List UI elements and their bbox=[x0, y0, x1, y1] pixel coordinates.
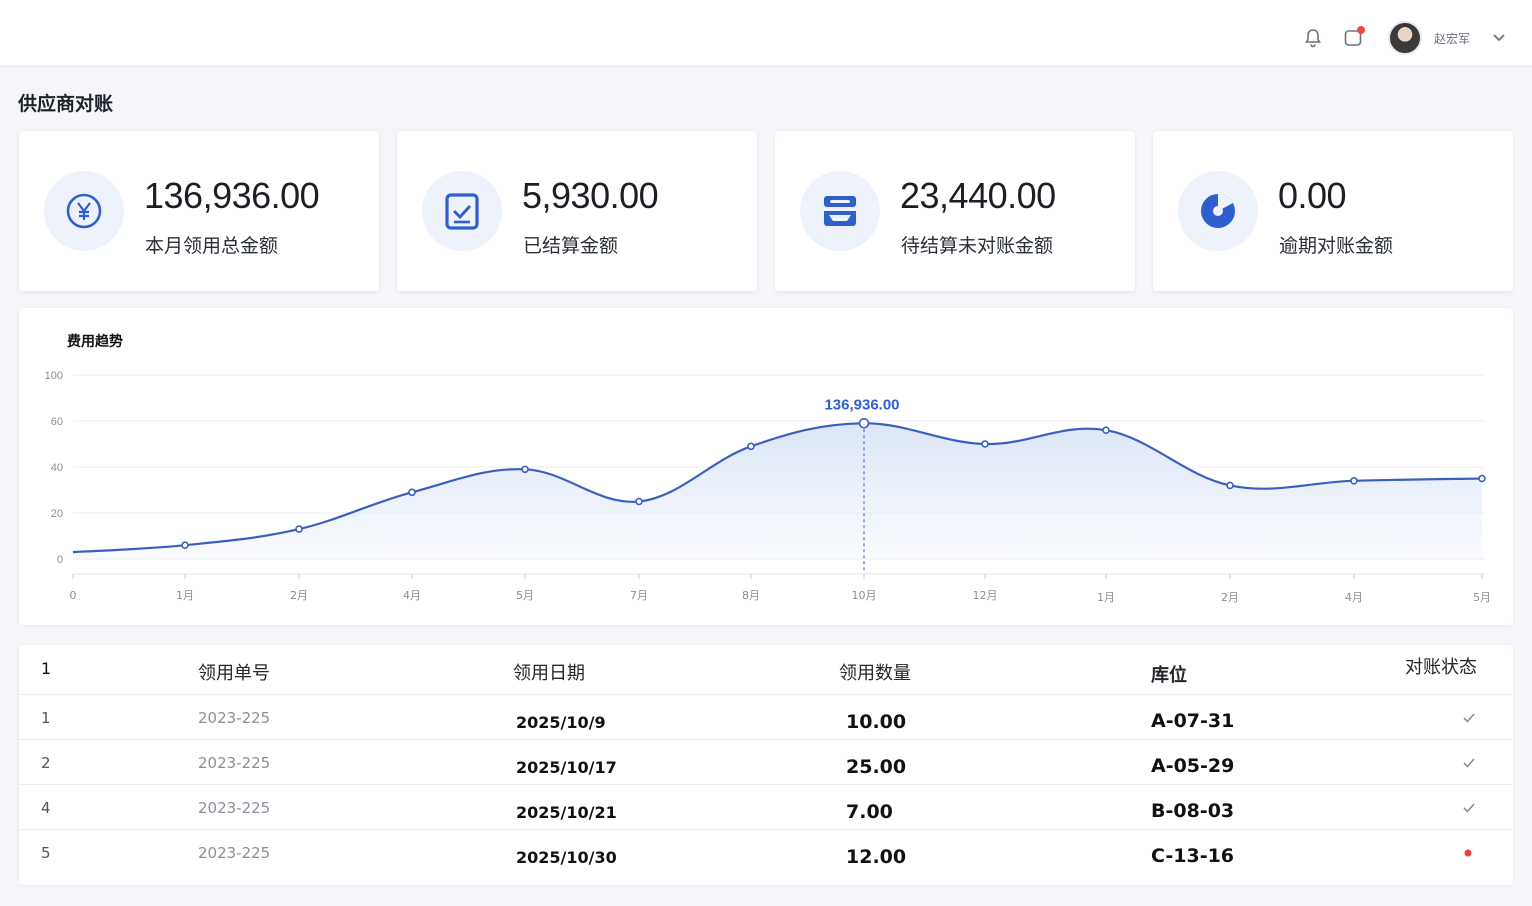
row-location: A-07-31 bbox=[1151, 710, 1235, 732]
row-quantity: 7.00 bbox=[846, 801, 893, 823]
x-tick-label: 10月 bbox=[852, 589, 877, 602]
stat-icon-bg bbox=[800, 171, 880, 251]
row-index: 5 bbox=[41, 844, 51, 862]
y-tick-label: 0 bbox=[57, 554, 63, 566]
row-date: 2025/10/9 bbox=[516, 713, 606, 732]
user-name[interactable]: 赵宏军 bbox=[1434, 30, 1470, 47]
y-tick-label: 60 bbox=[51, 416, 63, 428]
data-point bbox=[1350, 477, 1358, 485]
x-tick-label: 1月 bbox=[176, 589, 194, 602]
x-tick-label: 2月 bbox=[1221, 591, 1239, 604]
column-header-location[interactable]: 库位 bbox=[1151, 661, 1187, 687]
row-order-no: 2023-225 bbox=[198, 709, 271, 727]
stat-card-pending: 23,440.00 待结算未对账金额 bbox=[775, 131, 1135, 291]
x-tick-label: 8月 bbox=[742, 589, 760, 602]
row-date: 2025/10/30 bbox=[516, 848, 617, 867]
x-tick-label: 4月 bbox=[403, 589, 421, 602]
row-quantity: 12.00 bbox=[846, 846, 907, 868]
data-point bbox=[1102, 426, 1110, 434]
stat-icon-bg bbox=[422, 171, 502, 251]
avatar[interactable] bbox=[1387, 21, 1422, 55]
check-icon bbox=[1462, 709, 1476, 728]
x-tick-label: 1月 bbox=[1097, 591, 1115, 604]
chevron-down-icon[interactable] bbox=[1488, 27, 1510, 49]
table-row[interactable]: 4 2023-225 2025/10/21 7.00 B-08-03 bbox=[19, 785, 1513, 830]
stat-label: 本月领用总金额 bbox=[145, 235, 279, 257]
data-point bbox=[408, 488, 416, 497]
data-point bbox=[747, 442, 755, 451]
highlight-value-label: 136,936.00 bbox=[824, 396, 899, 413]
data-point bbox=[295, 525, 303, 533]
reconciliation-table: 1 领用单号 领用日期 领用数量 库位 对账状态 1 2023-225 2025/1… bbox=[19, 645, 1513, 885]
notification-icon[interactable] bbox=[1342, 26, 1365, 49]
check-icon bbox=[1462, 754, 1476, 773]
stat-icon-bg bbox=[1178, 171, 1258, 251]
table-row[interactable]: 1 2023-225 2025/10/9 10.00 A-07-31 bbox=[19, 695, 1513, 740]
column-header-date[interactable]: 领用日期 bbox=[513, 659, 585, 685]
check-icon bbox=[1462, 799, 1476, 818]
inbox-stack-icon bbox=[824, 196, 856, 226]
trend-chart: 0 20 40 60 100 136,936.00 0 1月 2月 4月 5月 7月 8月 10月 12月 1… bbox=[45, 370, 1491, 604]
top-bar: 赵宏军 bbox=[0, 0, 1532, 67]
x-tick-label: 2月 bbox=[290, 589, 308, 602]
row-order-no: 2023-225 bbox=[198, 754, 271, 772]
row-location: C-13-16 bbox=[1151, 845, 1235, 867]
row-location: B-08-03 bbox=[1151, 800, 1235, 822]
column-header-index[interactable]: 1 bbox=[41, 659, 51, 678]
stat-value: 23,440.00 bbox=[900, 175, 1056, 216]
x-tick-label: 4月 bbox=[1345, 591, 1363, 604]
bell-icon[interactable] bbox=[1302, 27, 1324, 49]
data-point bbox=[635, 497, 643, 506]
table-row[interactable]: 2 2023-225 2025/10/17 25.00 A-05-29 bbox=[19, 740, 1513, 785]
row-date: 2025/10/21 bbox=[516, 803, 617, 822]
data-point bbox=[1478, 474, 1486, 483]
stat-icon-bg bbox=[44, 171, 124, 251]
row-location: A-05-29 bbox=[1151, 755, 1235, 777]
column-header-order-no[interactable]: 领用单号 bbox=[198, 659, 270, 685]
data-point bbox=[1226, 481, 1234, 490]
y-tick-label: 100 bbox=[45, 370, 63, 382]
row-index: 4 bbox=[41, 799, 51, 817]
stat-label: 已结算金额 bbox=[523, 235, 619, 257]
y-tick-label: 40 bbox=[51, 462, 63, 474]
x-tick-label: 5月 bbox=[1473, 591, 1491, 604]
x-tick-label: 12月 bbox=[973, 589, 998, 602]
page-title: 供应商对账 bbox=[18, 93, 114, 115]
y-tick-label: 20 bbox=[51, 508, 63, 520]
row-index: 2 bbox=[41, 754, 51, 772]
x-tick-label: 7月 bbox=[630, 589, 648, 602]
x-tick-label: 5月 bbox=[516, 589, 534, 602]
data-point bbox=[521, 465, 529, 474]
top-bar-actions: 赵宏军 bbox=[1302, 18, 1510, 58]
column-header-status[interactable]: 对账状态 bbox=[1405, 653, 1477, 679]
data-point bbox=[981, 440, 989, 448]
stat-card-monthly-total: 136,936.00 本月领用总金额 bbox=[19, 131, 379, 291]
table-header: 1 领用单号 领用日期 领用数量 库位 对账状态 bbox=[19, 645, 1513, 695]
checklist-icon bbox=[445, 193, 479, 230]
table-row[interactable]: 5 2023-225 2025/10/30 12.00 C-13-16 bbox=[19, 830, 1513, 875]
row-date: 2025/10/17 bbox=[516, 758, 617, 777]
status-dot-icon bbox=[1462, 844, 1476, 863]
row-quantity: 10.00 bbox=[846, 711, 907, 733]
stat-value: 5,930.00 bbox=[522, 175, 659, 216]
data-point bbox=[181, 541, 189, 549]
row-order-no: 2023-225 bbox=[198, 799, 271, 817]
stat-label: 逾期对账金额 bbox=[1279, 235, 1394, 257]
data-point bbox=[858, 418, 870, 429]
yen-icon bbox=[66, 193, 102, 229]
chart-card: 费用趋势 0 20 40 60 100 136,936.00 0 1月 2月 4月 5月 7月 8月 10… bbox=[19, 308, 1513, 625]
pie-progress-icon bbox=[1201, 194, 1235, 228]
stat-value: 0.00 bbox=[1278, 175, 1347, 216]
series-area bbox=[73, 423, 1482, 559]
row-index: 1 bbox=[41, 709, 51, 727]
stat-card-settled: 5,930.00 已结算金额 bbox=[397, 131, 757, 291]
row-quantity: 25.00 bbox=[846, 756, 907, 778]
column-header-quantity[interactable]: 领用数量 bbox=[839, 659, 911, 685]
x-tick-label: 0 bbox=[70, 589, 77, 602]
stat-card-overdue: 0.00 逾期对账金额 bbox=[1153, 131, 1513, 291]
notification-badge bbox=[1356, 26, 1365, 34]
stat-label: 待结算未对账金额 bbox=[901, 235, 1054, 257]
row-order-no: 2023-225 bbox=[198, 844, 271, 862]
stat-value: 136,936.00 bbox=[144, 175, 320, 216]
